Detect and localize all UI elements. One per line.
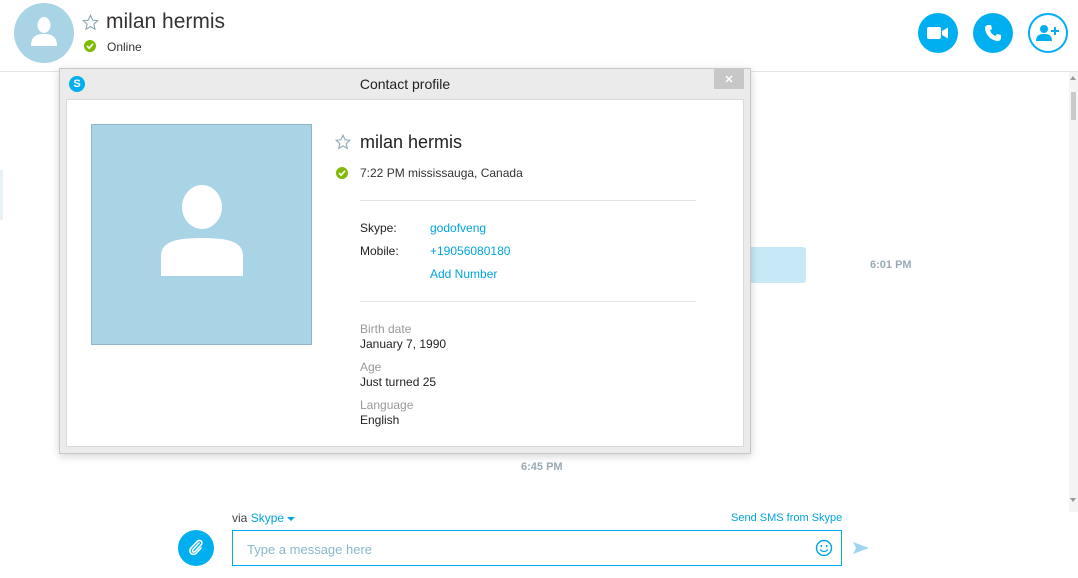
check-icon bbox=[338, 170, 346, 177]
dialog-titlebar[interactable]: S Contact profile bbox=[60, 69, 750, 99]
local-time-location: 7:22 PM mississauga, Canada bbox=[360, 166, 523, 180]
mobile-number-link[interactable]: +19056080180 bbox=[430, 244, 510, 258]
chevron-down-icon[interactable] bbox=[287, 516, 296, 521]
message-bubble[interactable] bbox=[745, 247, 806, 283]
paperclip-icon bbox=[189, 539, 203, 556]
dialog-title: Contact profile bbox=[359, 76, 451, 92]
online-status-icon bbox=[336, 167, 348, 179]
scroll-down-icon[interactable] bbox=[1070, 498, 1076, 502]
favorite-star-icon[interactable] bbox=[335, 134, 351, 150]
skype-label: Skype: bbox=[360, 221, 397, 235]
message-input-box[interactable] bbox=[232, 530, 842, 566]
contact-name[interactable]: milan hermis bbox=[106, 10, 225, 34]
birth-date-value: January 7, 1990 bbox=[360, 337, 447, 351]
language-value: English bbox=[360, 413, 400, 427]
language-label: Language bbox=[360, 398, 414, 412]
scroll-thumb[interactable] bbox=[1071, 92, 1076, 120]
contact-avatar[interactable] bbox=[14, 3, 74, 63]
profile-picture bbox=[91, 124, 312, 345]
close-button[interactable] bbox=[714, 69, 744, 89]
age-label: Age bbox=[360, 360, 382, 374]
close-icon bbox=[725, 75, 733, 83]
avatar-icon bbox=[31, 17, 57, 46]
favorite-star-icon[interactable] bbox=[82, 14, 99, 31]
send-sms-link[interactable]: Send SMS from Skype bbox=[731, 512, 842, 524]
send-icon[interactable] bbox=[852, 540, 870, 556]
conversation-header: milan hermis Online bbox=[0, 0, 1078, 72]
phone-icon bbox=[985, 25, 1001, 41]
contact-profile-dialog: S Contact profile milan hermis 7:22 PM m… bbox=[59, 68, 751, 454]
birth-date-label: Birth date bbox=[360, 322, 412, 336]
via-service-link[interactable]: Skype bbox=[251, 511, 284, 525]
emoji-icon[interactable] bbox=[815, 539, 833, 557]
profile-name: milan hermis bbox=[360, 132, 463, 152]
conversation-scrollbar[interactable] bbox=[1069, 72, 1078, 512]
message-input[interactable] bbox=[247, 539, 807, 559]
add-contact-icon bbox=[1036, 25, 1059, 41]
skype-window: milan hermis Online 6:01 PM 6:45 PM via … bbox=[0, 0, 1078, 578]
scroll-up-icon[interactable] bbox=[1070, 76, 1076, 80]
divider bbox=[360, 301, 696, 302]
add-number-link[interactable]: Add Number bbox=[430, 267, 497, 281]
divider bbox=[360, 200, 696, 201]
video-call-button[interactable] bbox=[918, 13, 958, 53]
add-people-button[interactable] bbox=[1028, 13, 1068, 53]
age-value: Just turned 25 bbox=[360, 375, 437, 389]
via-label: via bbox=[232, 511, 248, 525]
skype-name-link[interactable]: godofveng bbox=[430, 221, 486, 235]
attach-button[interactable] bbox=[178, 530, 214, 566]
video-icon bbox=[927, 27, 948, 39]
check-icon bbox=[86, 43, 94, 50]
profile-body: milan hermis 7:22 PM mississauga, Canada… bbox=[66, 99, 744, 447]
contact-status: Online bbox=[107, 40, 142, 54]
avatar-icon bbox=[161, 185, 243, 276]
via-selector[interactable]: via Skype bbox=[232, 511, 296, 525]
message-timestamp: 6:45 PM bbox=[521, 461, 563, 473]
mobile-label: Mobile: bbox=[360, 244, 399, 258]
message-timestamp: 6:01 PM bbox=[870, 259, 912, 271]
left-edge-accent bbox=[0, 170, 3, 220]
audio-call-button[interactable] bbox=[973, 13, 1013, 53]
online-status-icon bbox=[84, 40, 96, 52]
